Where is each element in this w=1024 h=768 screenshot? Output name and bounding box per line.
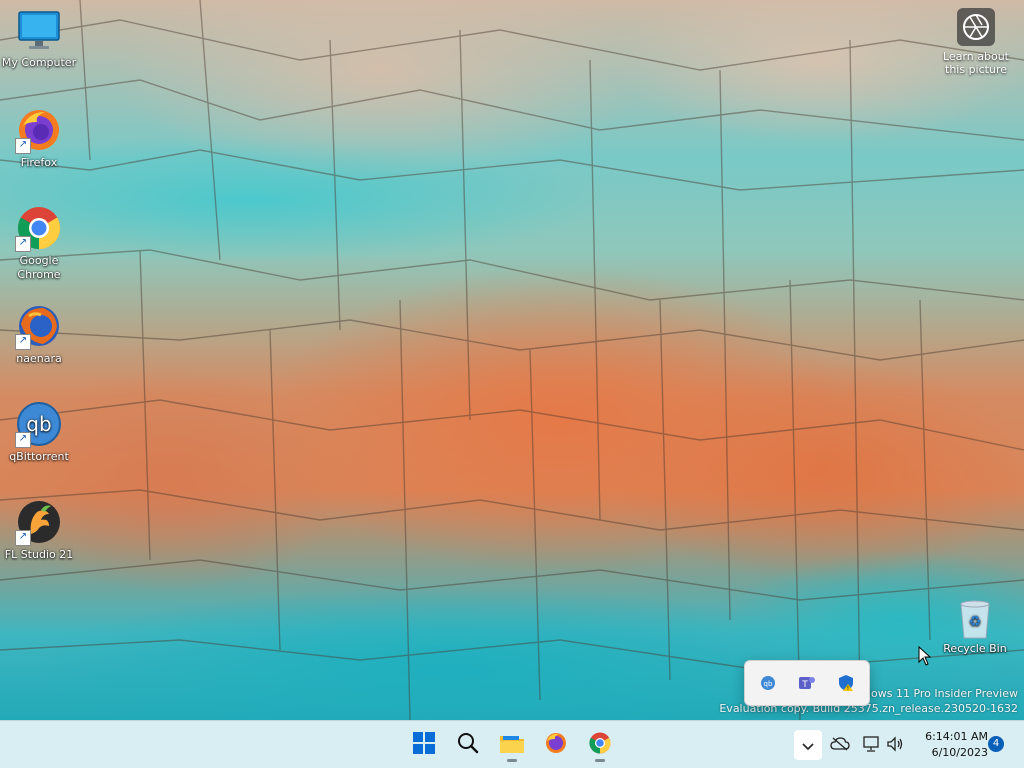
monitor-icon [15, 6, 63, 54]
shortcut-arrow-icon: ↗ [15, 432, 31, 448]
network-icon[interactable] [860, 733, 882, 755]
shortcut-arrow-icon: ↗ [15, 530, 31, 546]
learn-about-line2: this picture [945, 63, 1007, 76]
desktop-icon-qbittorrent[interactable]: qb ↗ qBittorrent [0, 400, 78, 464]
chrome-taskbar-button[interactable] [582, 727, 618, 763]
shortcut-arrow-icon: ↗ [15, 334, 31, 350]
shortcut-arrow-icon: ↗ [15, 236, 31, 252]
desktop-icon-label: My Computer [1, 56, 77, 69]
running-indicator [507, 759, 517, 762]
file-explorer-icon [499, 732, 525, 758]
notification-badge[interactable]: 4 [988, 736, 1004, 752]
chevron-down-icon [802, 736, 814, 755]
learn-about-picture[interactable]: Learn about this picture [936, 8, 1016, 76]
volume-icon[interactable] [884, 733, 906, 755]
desktop-icon-label: FL Studio 21 [4, 548, 74, 561]
show-hidden-icons-button[interactable] [794, 730, 822, 760]
windows-start-icon [413, 732, 435, 758]
running-indicator [595, 759, 605, 762]
svg-text:qb: qb [764, 680, 773, 688]
clock-date: 6/10/2023 [931, 746, 988, 759]
chrome-icon [588, 731, 612, 759]
start-button[interactable] [406, 727, 442, 763]
desktop-icon-naenara[interactable]: ↗ naenara [0, 302, 78, 366]
firefox-taskbar-button[interactable] [538, 727, 574, 763]
desktop-icon-label: naenara [16, 352, 62, 365]
svg-text:T: T [801, 680, 808, 690]
taskbar-clock[interactable]: 6:14:01 AM 6/10/2023 [912, 729, 988, 761]
qbittorrent-icon: qb ↗ [15, 400, 63, 448]
teams-tray-icon[interactable]: T [797, 673, 817, 693]
taskbar: 6:14:01 AM 6/10/2023 4 [0, 720, 1024, 768]
desktop-icon-firefox[interactable]: ↗ Firefox [0, 106, 78, 170]
svg-text:!: ! [846, 685, 848, 692]
defender-warning-icon[interactable]: ! [836, 673, 856, 693]
chrome-icon: ↗ [15, 204, 63, 252]
clock-time: 6:14:01 AM [925, 730, 988, 743]
onedrive-offline-icon[interactable] [829, 733, 851, 755]
recycle-bin-icon: ♻ [955, 598, 995, 640]
desktop-icon-google-chrome[interactable]: ↗ Google Chrome [0, 204, 78, 282]
fl-studio-icon: ↗ [15, 498, 63, 546]
file-explorer-button[interactable] [494, 727, 530, 763]
desktop-icon-label: Firefox [20, 156, 58, 169]
search-button[interactable] [450, 727, 486, 763]
desktop-icon-recycle-bin[interactable]: ♻ Recycle Bin [936, 598, 1014, 656]
firefox-icon: ↗ [15, 106, 63, 154]
shortcut-arrow-icon: ↗ [15, 138, 31, 154]
qbittorrent-tray-icon[interactable]: qb [758, 673, 778, 693]
firefox-icon: ↗ [15, 302, 63, 350]
desktop-icon-label: Google Chrome [17, 254, 61, 281]
camera-lens-icon [957, 8, 995, 46]
desktop-wallpaper [0, 0, 1024, 720]
rock-cracks-pattern [0, 0, 1024, 720]
mouse-cursor-icon [918, 645, 932, 670]
tray-overflow-flyout: qb T ! [744, 660, 870, 706]
learn-about-line1: Learn about [943, 50, 1009, 63]
desktop-icon-my-computer[interactable]: My Computer [0, 6, 78, 70]
search-icon [457, 732, 479, 758]
desktop-icon-label: Recycle Bin [943, 642, 1007, 655]
desktop-icon-fl-studio[interactable]: ↗ FL Studio 21 [0, 498, 78, 562]
firefox-icon [544, 731, 568, 759]
desktop-icon-label: qBittorrent [9, 450, 69, 463]
svg-text:♻: ♻ [969, 614, 982, 630]
